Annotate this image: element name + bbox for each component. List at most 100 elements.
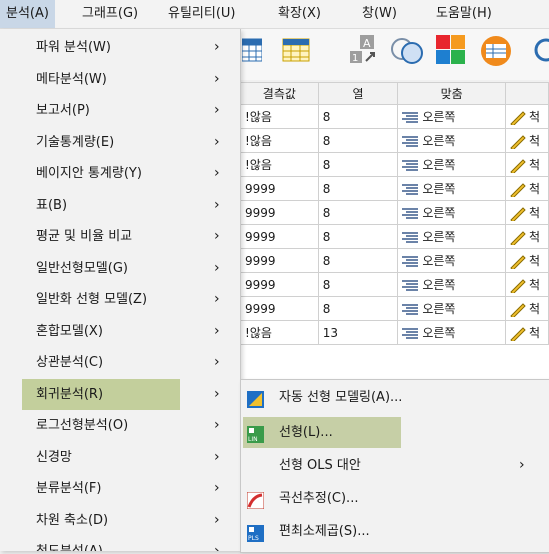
column-header-measure[interactable]: [505, 82, 549, 105]
align-cell[interactable]: 오른쪽: [397, 272, 506, 297]
columns-cell[interactable]: 8: [317, 128, 399, 153]
partial-least-squares-icon: PLS: [247, 523, 264, 542]
column-header-missing[interactable]: 결측값: [240, 82, 319, 105]
columns-cell[interactable]: 8: [317, 296, 399, 321]
missing-cell[interactable]: 9999: [240, 296, 319, 321]
submenu-item-partial-least-squares[interactable]: PLS 편최소제곱(S)...: [241, 516, 549, 547]
menu-item-label: 척도분석(A): [36, 536, 103, 551]
measure-cell[interactable]: 척: [505, 128, 549, 153]
submenu-item-linear-ols-alternatives[interactable]: 선형 OLS 대안 ›: [241, 450, 549, 481]
submenu-item-curve-estimation[interactable]: 곡선추정(C)...: [241, 483, 549, 514]
columns-cell[interactable]: 8: [317, 272, 399, 297]
measure-cell[interactable]: 척: [505, 176, 549, 201]
align-cell[interactable]: 오른쪽: [397, 320, 506, 345]
submenu-item-linear[interactable]: LIN 선형(L)...: [241, 417, 549, 448]
measure-cell[interactable]: 척: [505, 272, 549, 297]
menu-item[interactable]: 메타분석(W) ›: [0, 64, 240, 95]
svg-text:LIN: LIN: [248, 436, 258, 443]
align-cell[interactable]: 오른쪽: [397, 296, 506, 321]
value-labels-icon[interactable]: [480, 35, 511, 66]
table-row: 9999 8 오른쪽 척: [240, 176, 549, 201]
toolbar-overflow-icon[interactable]: [532, 35, 549, 65]
align-cell[interactable]: 오른쪽: [397, 248, 506, 273]
missing-cell[interactable]: 9999: [240, 224, 319, 249]
align-cell[interactable]: 오른쪽: [397, 200, 506, 225]
menubar-utilities[interactable]: 유틸리티(U): [162, 0, 242, 28]
missing-cell[interactable]: 9999: [240, 272, 319, 297]
columns-cell[interactable]: 8: [317, 200, 399, 225]
menubar-analyze[interactable]: 분석(A): [0, 0, 55, 28]
menu-item[interactable]: 일반화 선형 모델(Z) ›: [0, 284, 240, 315]
menu-item[interactable]: 기술통계량(E) ›: [0, 127, 240, 158]
measure-cell[interactable]: 척: [505, 248, 549, 273]
missing-cell[interactable]: !않음: [240, 320, 319, 345]
chevron-right-icon: ›: [214, 322, 220, 339]
measure-cell[interactable]: 척: [505, 320, 549, 345]
menu-item[interactable]: 일반선형모델(G) ›: [0, 253, 240, 284]
menu-item[interactable]: 회귀분석(R) ›: [0, 378, 240, 410]
cell-text: !않음: [245, 158, 272, 172]
align-cell[interactable]: 오른쪽: [397, 224, 506, 249]
menu-item-label: 파워 분석(W): [36, 40, 111, 55]
chevron-right-icon: ›: [214, 543, 220, 551]
menu-item[interactable]: 분류분석(F) ›: [0, 473, 240, 504]
columns-cell[interactable]: 8: [317, 104, 399, 129]
menu-item[interactable]: 베이지안 통계량(Y) ›: [0, 158, 240, 189]
menu-item-label: 표(B): [36, 197, 68, 213]
menubar-window[interactable]: 창(W): [356, 0, 403, 28]
cell-text: !않음: [245, 134, 272, 148]
columns-cell[interactable]: 8: [317, 152, 399, 177]
cell-text: 척: [529, 110, 541, 124]
missing-cell[interactable]: !않음: [240, 128, 319, 153]
menubar-extensions[interactable]: 확장(X): [272, 0, 327, 28]
align-cell[interactable]: 오른쪽: [397, 104, 506, 129]
chevron-right-icon: ›: [214, 511, 220, 528]
menu-item[interactable]: 혼합모델(X) ›: [0, 316, 240, 347]
measure-cell[interactable]: 척: [505, 296, 549, 321]
missing-cell[interactable]: !않음: [240, 152, 319, 177]
menu-item[interactable]: 척도분석(A) ›: [0, 536, 240, 551]
grid-table-icon[interactable]: [241, 35, 270, 65]
submenu-item-label: 선형(L)...: [279, 425, 333, 440]
menu-item[interactable]: 평균 및 비율 비교 ›: [0, 221, 240, 252]
columns-cell[interactable]: 8: [317, 248, 399, 273]
cell-text: 8: [322, 301, 331, 316]
menu-item[interactable]: 표(B) ›: [0, 190, 240, 221]
venn-circles-icon[interactable]: [390, 35, 423, 65]
missing-cell[interactable]: 9999: [240, 176, 319, 201]
align-cell[interactable]: 오른쪽: [397, 128, 506, 153]
chevron-right-icon: ›: [214, 385, 220, 402]
align-cell[interactable]: 오른쪽: [397, 176, 506, 201]
columns-cell[interactable]: 8: [317, 224, 399, 249]
menu-item[interactable]: 보고서(P) ›: [0, 95, 240, 126]
missing-cell[interactable]: !않음: [240, 104, 319, 129]
cell-text: 8: [322, 205, 331, 220]
color-grid-icon[interactable]: [436, 35, 465, 65]
cell-text: 척: [529, 302, 541, 316]
columns-cell[interactable]: 8: [317, 176, 399, 201]
yellow-table-icon[interactable]: [282, 35, 310, 65]
submenu-item-automatic-linear-modeling[interactable]: 자동 선형 모델링(A)...: [241, 382, 549, 413]
measure-cell[interactable]: 척: [505, 200, 549, 225]
menu-item[interactable]: 로그선형분석(O) ›: [0, 410, 240, 441]
menu-item[interactable]: 상관분석(C) ›: [0, 347, 240, 378]
cell-text: 8: [322, 277, 331, 292]
table-row: 9999 8 오른쪽 척: [240, 296, 549, 321]
split-file-icon[interactable]: A1: [350, 35, 378, 65]
measure-cell[interactable]: 척: [505, 152, 549, 177]
cell-text: 오른쪽: [422, 254, 456, 268]
menu-item[interactable]: 차원 축소(D) ›: [0, 505, 240, 536]
measure-cell[interactable]: 척: [505, 104, 549, 129]
menu-item[interactable]: 파워 분석(W) ›: [0, 32, 240, 63]
missing-cell[interactable]: 9999: [240, 248, 319, 273]
menubar-graphs[interactable]: 그래프(G): [76, 0, 144, 28]
menu-item[interactable]: 신경망 ›: [0, 442, 240, 473]
measure-cell[interactable]: 척: [505, 224, 549, 249]
column-header-align[interactable]: 맞춤: [397, 82, 506, 105]
table-row: !않음 13 오른쪽 척: [240, 320, 549, 345]
column-header-columns[interactable]: 열: [317, 82, 399, 105]
columns-cell[interactable]: 13: [317, 320, 399, 345]
missing-cell[interactable]: 9999: [240, 200, 319, 225]
align-cell[interactable]: 오른쪽: [397, 152, 506, 177]
menubar-help[interactable]: 도움말(H): [430, 0, 498, 28]
